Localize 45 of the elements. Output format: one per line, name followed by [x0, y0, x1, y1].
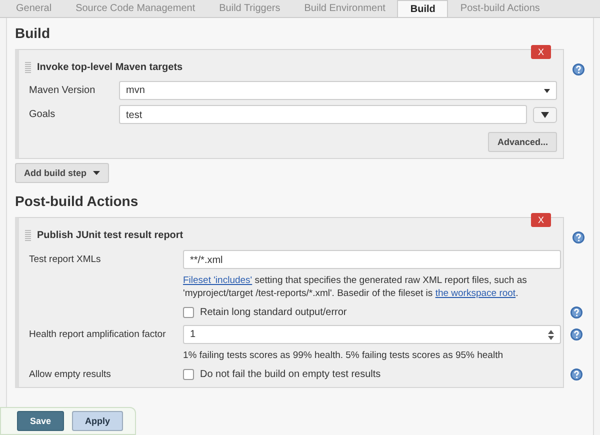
- help-icon[interactable]: [570, 328, 583, 341]
- apply-button[interactable]: Apply: [72, 411, 124, 431]
- tab[interactable]: Build Triggers: [207, 0, 292, 17]
- expand-button[interactable]: [533, 106, 557, 122]
- delete-button[interactable]: X: [530, 213, 551, 227]
- select-field[interactable]: mvn: [119, 81, 557, 100]
- help-icon[interactable]: [570, 368, 583, 381]
- add-build-step-button[interactable]: Add build step: [15, 163, 108, 183]
- checkbox-label: Retain long standard output/error: [200, 307, 347, 318]
- help-icon[interactable]: [572, 63, 585, 76]
- caret-icon: [544, 88, 550, 92]
- section-heading: Build: [15, 24, 51, 43]
- step-title: Invoke top-level Maven targets: [37, 62, 183, 72]
- field-label: Allow empty results: [29, 369, 112, 380]
- section-heading: Post-build Actions: [15, 192, 140, 211]
- delete-button[interactable]: X: [530, 45, 551, 59]
- help-icon[interactable]: [570, 306, 583, 319]
- field-label: Maven Version: [29, 85, 96, 96]
- action-title: Publish JUnit test result report: [37, 230, 184, 240]
- checkbox-label: Do not fail the build on empty test results: [200, 369, 381, 380]
- tab[interactable]: Build Environment: [292, 0, 398, 17]
- tab[interactable]: Source Code Management: [64, 0, 208, 17]
- text-field[interactable]: test: [119, 105, 527, 124]
- drag-handle-icon[interactable]: [25, 62, 31, 72]
- advanced-button[interactable]: Advanced...: [488, 132, 557, 152]
- number-field[interactable]: 1: [183, 325, 561, 344]
- caret-icon: [92, 171, 100, 175]
- field-label: Health report amplification factor: [29, 329, 167, 340]
- link[interactable]: Fileset 'includes': [183, 275, 252, 286]
- field-label: Test report XMLs: [29, 254, 102, 265]
- drag-handle-icon[interactable]: [25, 230, 31, 240]
- link[interactable]: the workspace root: [435, 288, 516, 299]
- save-button[interactable]: Save: [17, 411, 64, 431]
- caret-icon: [541, 112, 549, 118]
- checkbox[interactable]: [183, 307, 194, 318]
- checkbox[interactable]: [183, 369, 194, 380]
- tab[interactable]: Build: [397, 0, 448, 17]
- field-description: Fileset 'includes' setting that specifies the generated raw XML report files, such as 'myproject/target /test-reports/*.xml'. Basedir of the fileset is the workspace root.: [183, 274, 528, 300]
- field-label: Goals: [29, 109, 56, 120]
- tab[interactable]: Post-build Actions: [448, 0, 552, 17]
- help-icon[interactable]: [572, 231, 585, 244]
- tab[interactable]: General: [4, 0, 64, 17]
- spinner-icon[interactable]: [548, 330, 554, 340]
- field-hint: 1% failing tests scores as 99% health. 5% failing tests scores as 95% health: [183, 349, 504, 362]
- text-field[interactable]: **/*.xml: [183, 250, 561, 269]
